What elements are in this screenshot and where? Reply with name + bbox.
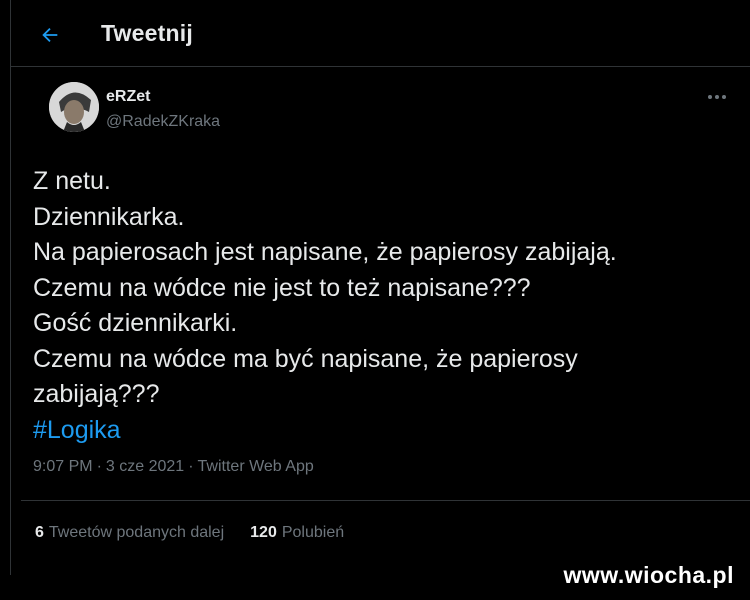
tweet-time[interactable]: 9:07 PM: [33, 458, 93, 475]
tweet-line: Dziennikarka.: [33, 202, 185, 231]
watermark: www.wiocha.pl: [563, 562, 734, 588]
tweet-line: zabijają???: [33, 380, 160, 408]
tweet-page: Tweetnij eRZet @RadekZKraka Z netu. Dzie…: [10, 0, 750, 575]
tweet-line: Czemu na wódce nie jest to też napisane?…: [33, 273, 531, 302]
retweets-stat[interactable]: 6 Tweetów podanych dalej: [35, 524, 224, 542]
back-button[interactable]: [35, 20, 65, 50]
hashtag-link[interactable]: #Logika: [33, 413, 733, 449]
more-dot-icon: [708, 95, 712, 99]
tweet-line: Z netu.: [33, 167, 111, 195]
meta-separator: ·: [96, 458, 102, 475]
tweet-line: Na papierosach jest napisane, że papiero…: [33, 238, 617, 266]
tweet-date[interactable]: 3 cze 2021: [106, 458, 184, 475]
more-dot-icon: [722, 95, 726, 99]
likes-stat[interactable]: 120 Polubień: [250, 524, 344, 542]
meta-separator: ·: [188, 458, 194, 475]
page-title: Tweetnij: [101, 20, 193, 46]
divider: [21, 500, 750, 501]
more-dot-icon: [715, 95, 719, 99]
retweets-label: Tweetów podanych dalej: [48, 524, 225, 541]
likes-label: Polubień: [281, 524, 345, 541]
tweet-source[interactable]: Twitter Web App: [198, 458, 314, 475]
tweet-line: Czemu na wódce ma być napisane, że papie…: [33, 344, 578, 373]
arrow-left-icon: [42, 27, 58, 43]
avatar[interactable]: [49, 82, 99, 132]
likes-count: 120: [250, 524, 277, 541]
more-options-button[interactable]: [703, 86, 731, 108]
tweet-text: Z netu. Dziennikarka. Na papierosach jes…: [33, 164, 733, 448]
avatar-image: [49, 82, 99, 132]
retweets-count: 6: [35, 524, 44, 541]
display-name[interactable]: eRZet: [106, 88, 150, 106]
tweet-meta: 9:07 PM · 3 cze 2021 · Twitter Web App: [33, 458, 318, 476]
tweet-line: Gość dziennikarki.: [33, 309, 238, 337]
page-header: Tweetnij: [11, 0, 750, 67]
user-handle[interactable]: @RadekZKraka: [106, 113, 220, 131]
tweet-stats: 6 Tweetów podanych dalej 120 Polubień: [35, 524, 344, 542]
